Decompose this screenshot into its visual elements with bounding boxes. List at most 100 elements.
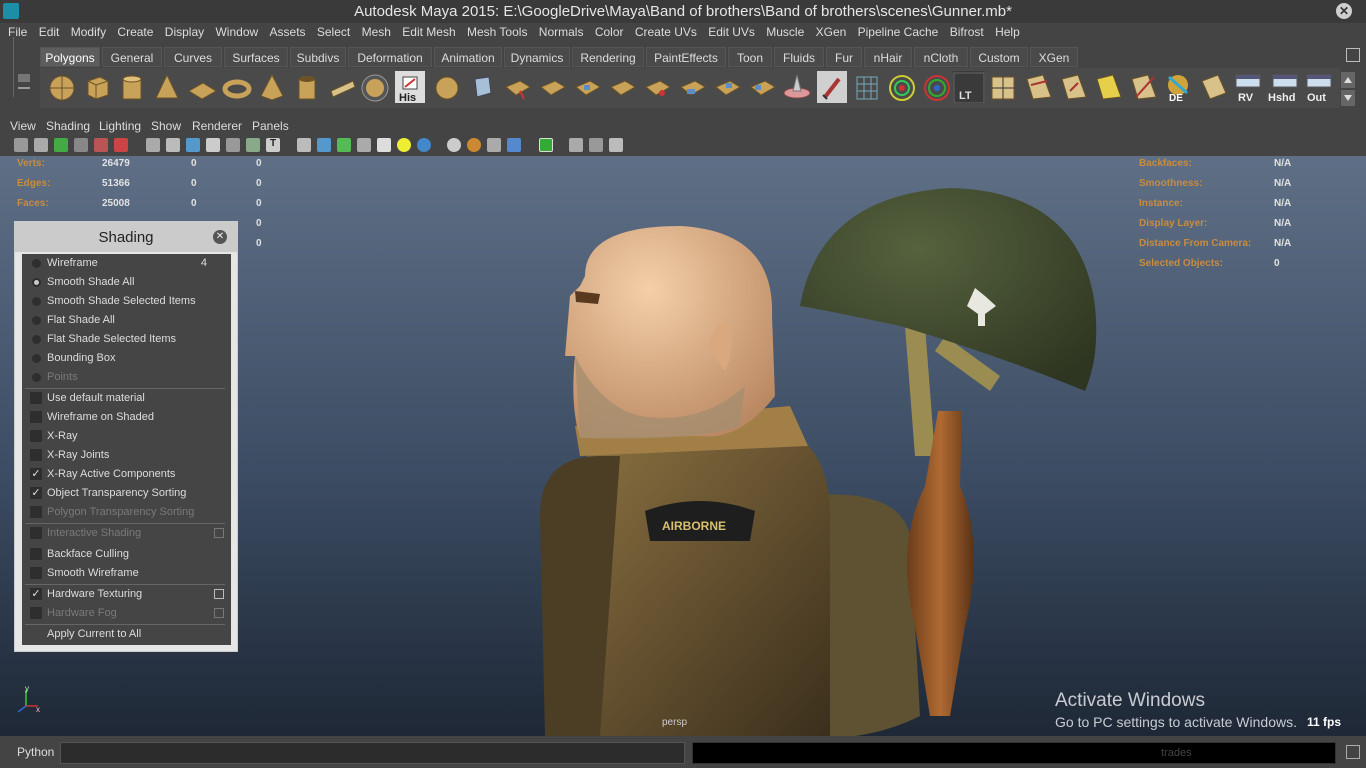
poly-cylinder-icon[interactable] [117, 71, 147, 103]
lt-icon[interactable]: LT [953, 71, 985, 104]
shelf-tab-curves[interactable]: Curves [164, 47, 222, 67]
panel-menu-lighting[interactable]: Lighting [99, 119, 141, 133]
text-icon[interactable]: T [266, 138, 280, 152]
script-editor-icon[interactable] [1346, 745, 1360, 759]
bookmark-icon[interactable] [54, 138, 68, 152]
option-hardware-fog[interactable]: Hardware Fog [22, 604, 231, 623]
shelf-scroll-icon[interactable] [1341, 72, 1355, 106]
automatic-mapping-icon[interactable] [887, 71, 917, 103]
option-box-icon[interactable] [214, 589, 224, 599]
apply-current-to-all-button[interactable]: Apply Current to All [22, 625, 231, 644]
uv-unfold-icon[interactable] [1058, 71, 1088, 103]
option-interactive-shading[interactable]: Interactive Shading [22, 524, 231, 543]
option-use-default-material[interactable]: Use default material [22, 389, 231, 408]
option-xray-joints[interactable]: X-Ray Joints [22, 446, 231, 465]
shelf-tab-ncloth[interactable]: nCloth [914, 47, 968, 67]
checker-icon[interactable] [377, 138, 391, 152]
two-d-pan-icon[interactable] [94, 138, 108, 152]
hypershade-icon[interactable]: Hshd [1268, 71, 1302, 104]
poly-torus-icon[interactable] [222, 71, 252, 103]
extract-icon[interactable] [502, 71, 532, 103]
screen-ao-icon[interactable] [447, 138, 461, 152]
shelf-tab-fluids[interactable]: Fluids [774, 47, 824, 67]
shadows-icon[interactable] [417, 138, 431, 152]
poly-cone-icon[interactable] [152, 71, 182, 103]
shelf-tab-subdivs[interactable]: Subdivs [290, 47, 346, 67]
option-wireframe[interactable]: Wireframe 4 [22, 254, 231, 273]
split-icon[interactable] [677, 71, 707, 103]
grease-pencil-icon[interactable] [114, 138, 128, 152]
menu-edit-uvs[interactable]: Edit UVs [700, 23, 755, 39]
xray-icon[interactable] [317, 138, 331, 152]
command-language-toggle[interactable]: Python [17, 745, 54, 759]
wireframe-shaded-icon[interactable] [226, 138, 240, 152]
depth-of-field-icon[interactable] [507, 138, 521, 152]
option-flat-shade-selected[interactable]: Flat Shade Selected Items [22, 330, 231, 349]
menu-mesh[interactable]: Mesh [354, 23, 391, 39]
image-plane-icon[interactable] [74, 138, 88, 152]
menu-assets[interactable]: Assets [262, 23, 306, 39]
shelf-tab-fur[interactable]: Fur [826, 47, 862, 67]
option-polygon-transparency-sorting[interactable]: Polygon Transparency Sorting [22, 503, 231, 522]
menu-modify[interactable]: Modify [63, 23, 106, 39]
shelf-tab-xgen[interactable]: XGen [1030, 47, 1078, 67]
panel-menu-show[interactable]: Show [151, 119, 181, 133]
bridge-icon[interactable] [607, 71, 637, 103]
uv-cut-icon[interactable] [1093, 71, 1123, 103]
wireframe-icon[interactable] [146, 138, 160, 152]
lights-icon[interactable] [397, 138, 411, 152]
menu-display[interactable]: Display [157, 23, 204, 39]
extrude-icon[interactable] [572, 71, 602, 103]
option-object-transparency-sorting[interactable]: ✓ Object Transparency Sorting [22, 484, 231, 503]
poly-helix-icon[interactable] [327, 71, 357, 103]
panel-menu-view[interactable]: View [10, 119, 36, 133]
shelf-tab-painteffects[interactable]: PaintEffects [646, 47, 726, 67]
option-wireframe-on-shaded[interactable]: Wireframe on Shaded [22, 408, 231, 427]
menu-xgen[interactable]: XGen [808, 23, 847, 39]
panel-menu-renderer[interactable]: Renderer [192, 119, 242, 133]
camera-attributes-icon[interactable] [34, 138, 48, 152]
option-points[interactable]: Points [22, 368, 231, 387]
menu-help[interactable]: Help [987, 23, 1020, 39]
shelf-handle-icon[interactable] [13, 37, 33, 97]
close-icon[interactable]: ✕ [1336, 3, 1352, 19]
option-xray-active-components[interactable]: ✓ X-Ray Active Components [22, 465, 231, 484]
panel-menu-shading[interactable]: Shading [46, 119, 90, 133]
menu-pipeline-cache[interactable]: Pipeline Cache [850, 23, 939, 39]
manipulator-icon[interactable] [922, 71, 952, 103]
close-icon[interactable]: ✕ [213, 230, 227, 244]
shelf-tab-nhair[interactable]: nHair [864, 47, 912, 67]
shelf-tab-surfaces[interactable]: Surfaces [224, 47, 288, 67]
menu-edit-mesh[interactable]: Edit Mesh [394, 23, 455, 39]
uv-layout-icon[interactable] [988, 71, 1018, 103]
textured-icon[interactable] [246, 138, 260, 152]
shelf-tab-dynamics[interactable]: Dynamics [504, 47, 570, 67]
insert-loop-icon[interactable] [712, 71, 742, 103]
uv-grid-icon[interactable] [1198, 71, 1228, 103]
offset-loop-icon[interactable] [747, 71, 777, 103]
option-smooth-shade-selected[interactable]: Smooth Shade Selected Items [22, 292, 231, 311]
resolution-gate-icon[interactable] [589, 138, 603, 152]
shelf-tab-toon[interactable]: Toon [728, 47, 772, 67]
history-icon[interactable]: His [395, 71, 425, 104]
menu-edit[interactable]: Edit [31, 23, 60, 39]
append-icon[interactable] [642, 71, 672, 103]
option-smooth-wireframe[interactable]: Smooth Wireframe [22, 564, 231, 583]
option-bounding-box[interactable]: Bounding Box [22, 349, 231, 368]
select-camera-icon[interactable] [14, 138, 28, 152]
poly-soccer-icon[interactable] [360, 71, 390, 103]
menu-create-uvs[interactable]: Create UVs [627, 23, 697, 39]
menu-window[interactable]: Window [207, 23, 258, 39]
menu-create[interactable]: Create [109, 23, 153, 39]
trash-icon[interactable] [1346, 48, 1360, 62]
camera-gate-icon[interactable] [569, 138, 583, 152]
shelf-tab-rendering[interactable]: Rendering [572, 47, 644, 67]
combine-icon[interactable] [432, 71, 462, 103]
sculpt-icon[interactable] [782, 71, 812, 103]
option-box-icon[interactable] [214, 528, 224, 538]
menu-muscle[interactable]: Muscle [758, 23, 804, 39]
option-box-icon[interactable] [214, 608, 224, 618]
poly-pyramid-icon[interactable] [257, 71, 287, 103]
render-view-icon[interactable]: RV [1233, 71, 1263, 104]
option-backface-culling[interactable]: Backface Culling [22, 545, 231, 564]
